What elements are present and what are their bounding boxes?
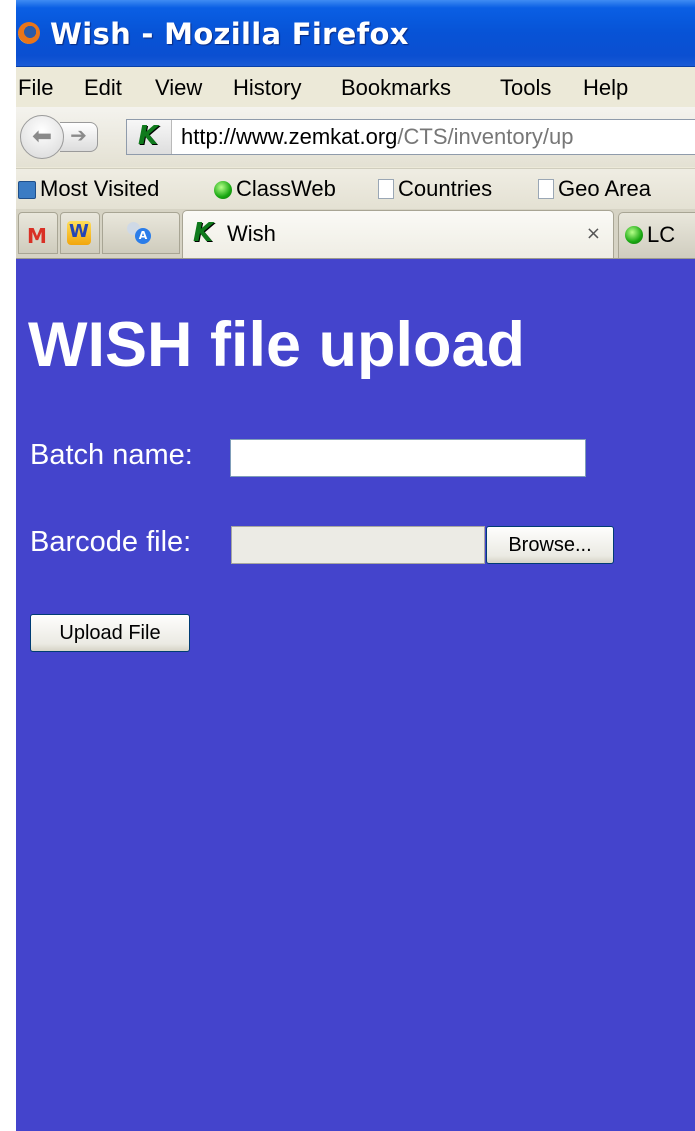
bookmark-countries[interactable]: Countries — [378, 176, 492, 202]
url-path: /CTS/inventory/up — [397, 124, 574, 149]
menu-view[interactable]: View — [155, 75, 202, 101]
bookmark-label: Countries — [398, 176, 493, 201]
page-content: WISH file upload Batch name: Barcode fil… — [16, 259, 695, 1131]
back-button[interactable]: ⬅ — [20, 115, 64, 159]
tab-lc[interactable]: LC — [618, 212, 695, 258]
barcode-file-label: Barcode file: — [30, 526, 192, 558]
close-icon[interactable]: × — [586, 223, 601, 244]
green-dot-icon — [214, 181, 232, 199]
bookmark-geo-area[interactable]: Geo Area — [538, 176, 651, 202]
menu-bookmarks[interactable]: Bookmarks — [341, 75, 451, 101]
batch-name-input[interactable] — [230, 439, 586, 477]
forward-arrow-icon: ➔ — [70, 123, 87, 147]
menu-edit[interactable]: Edit — [84, 75, 122, 101]
back-forward-group: ➔ ⬅ — [20, 115, 112, 159]
bookmark-most-visited[interactable]: Most Visited — [18, 176, 159, 202]
url-text[interactable]: http://www.zemkat.org/CTS/inventory/up — [181, 124, 574, 150]
green-dot-icon — [625, 226, 643, 244]
tab-w-app[interactable]: W — [60, 212, 100, 254]
page-icon — [378, 179, 394, 199]
tab-gmail[interactable]: M — [18, 212, 58, 254]
barcode-file-path[interactable] — [231, 526, 485, 564]
url-host: http://www.zemkat.org — [181, 124, 398, 149]
url-bar[interactable]: K http://www.zemkat.org/CTS/inventory/up — [126, 119, 695, 155]
bookmark-label: Most Visited — [40, 176, 160, 201]
menu-file[interactable]: File — [18, 75, 53, 101]
tab-bar: M W A K Wish × LC — [16, 209, 695, 259]
tab-wish[interactable]: K Wish × — [182, 210, 614, 258]
bookmarks-toolbar: Most Visited ClassWeb Countries Geo Area — [16, 168, 695, 209]
menu-history[interactable]: History — [233, 75, 301, 101]
tab-label: LC — [647, 222, 676, 247]
firefox-icon — [18, 22, 40, 44]
page-title: WISH file upload — [28, 310, 525, 380]
back-arrow-icon: ⬅ — [31, 122, 53, 150]
menu-help[interactable]: Help — [583, 75, 628, 101]
bookmark-label: Geo Area — [558, 176, 651, 201]
batch-name-label: Batch name: — [30, 439, 193, 471]
page-icon — [538, 179, 554, 199]
gmail-icon: M — [27, 224, 47, 248]
site-identity-button[interactable]: K — [127, 120, 172, 154]
navigation-toolbar: ➔ ⬅ K http://www.zemkat.org/CTS/inventor… — [16, 107, 695, 167]
bookmark-label: ClassWeb — [236, 176, 336, 201]
window-title: Wish - Mozilla Firefox — [50, 17, 409, 51]
tab-translate[interactable]: A — [102, 212, 180, 254]
browse-button[interactable]: Browse... — [486, 526, 614, 564]
w-app-icon: W — [67, 221, 91, 245]
translate-icon: A — [127, 222, 151, 244]
site-favicon-icon: K — [138, 121, 159, 151]
upload-file-button[interactable]: Upload File — [30, 614, 190, 652]
site-favicon-icon: K — [193, 218, 214, 248]
forward-button[interactable]: ➔ — [60, 122, 98, 152]
tab-label: Wish — [227, 221, 276, 246]
browser-window: Wish - Mozilla Firefox File Edit View Hi… — [16, 0, 695, 1131]
smart-bookmark-icon — [18, 181, 36, 199]
bookmark-classweb[interactable]: ClassWeb — [214, 176, 336, 202]
menu-bar: File Edit View History Bookmarks Tools H… — [16, 67, 695, 107]
menu-tools[interactable]: Tools — [500, 75, 551, 101]
title-bar: Wish - Mozilla Firefox — [16, 0, 695, 67]
